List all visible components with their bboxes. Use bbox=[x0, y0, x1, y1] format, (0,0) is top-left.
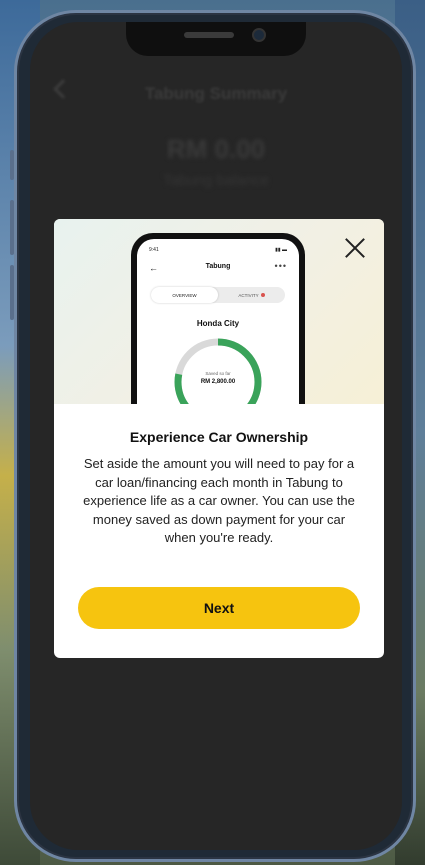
speaker-grille bbox=[184, 32, 234, 38]
illustration-status-time: 9:41 bbox=[149, 247, 159, 253]
front-camera bbox=[252, 28, 266, 42]
illustration-tab-label: ACTIVITY bbox=[238, 292, 259, 298]
savings-progress-ring-icon bbox=[174, 338, 262, 404]
modal-title: Experience Car Ownership bbox=[129, 429, 309, 445]
illustration-tab-overview: OVERVIEW bbox=[151, 287, 218, 303]
onboarding-modal: 9:41 ▮▮ ▬ ← Tabung ••• OVERVIEW ACTIVITY… bbox=[54, 219, 384, 658]
illustration-tab-activity: ACTIVITY bbox=[218, 287, 285, 303]
phone-silent-switch bbox=[10, 150, 14, 180]
illustration-phone: 9:41 ▮▮ ▬ ← Tabung ••• OVERVIEW ACTIVITY… bbox=[131, 233, 305, 404]
illustration-status-icons: ▮▮ ▬ bbox=[275, 247, 287, 253]
phone-volume-up bbox=[10, 200, 14, 255]
illustration-car-name: Honda City bbox=[196, 319, 240, 328]
illustration-ring-amount: RM 2,800.00 bbox=[200, 379, 236, 385]
background-header-title: Tabung Summary bbox=[144, 84, 288, 103]
illustration-phone-screen: 9:41 ▮▮ ▬ ← Tabung ••• OVERVIEW ACTIVITY… bbox=[137, 239, 299, 404]
close-icon[interactable] bbox=[340, 233, 370, 263]
phone-notch bbox=[126, 22, 306, 56]
background-amount: RM 0.00 bbox=[166, 134, 266, 164]
illustration-tabs: OVERVIEW ACTIVITY bbox=[151, 287, 285, 303]
illustration-ring-label: Saved so far bbox=[205, 371, 231, 376]
illustration-tab-label: OVERVIEW bbox=[172, 292, 197, 298]
phone-volume-down bbox=[10, 265, 14, 320]
background-subtitle: Tabung balance bbox=[163, 172, 269, 189]
modal-illustration: 9:41 ▮▮ ▬ ← Tabung ••• OVERVIEW ACTIVITY… bbox=[54, 219, 384, 404]
modal-description: Set aside the amount you will need to pa… bbox=[83, 456, 355, 545]
next-button[interactable]: Next bbox=[78, 587, 360, 629]
notification-dot-icon bbox=[260, 293, 265, 297]
illustration-more-icon: ••• bbox=[274, 261, 287, 271]
